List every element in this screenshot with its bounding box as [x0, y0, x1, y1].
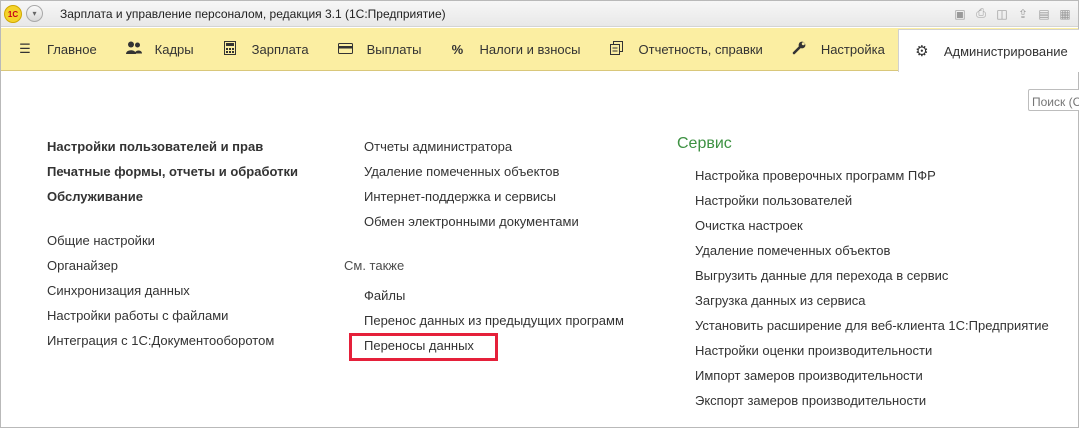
link-performance-settings[interactable]: Настройки оценки производительности	[695, 343, 932, 358]
link-install-web-extension[interactable]: Установить расширение для веб-клиента 1С…	[695, 318, 1049, 333]
section-label: Кадры	[154, 41, 194, 57]
link-pfr-check-programs[interactable]: Настройка проверочных программ ПФР	[695, 168, 936, 183]
section-settings[interactable]: Настройка	[776, 28, 898, 70]
more-icon[interactable]: ▦	[1056, 5, 1074, 22]
link-maintenance[interactable]: Обслуживание	[47, 189, 143, 204]
link-organizer[interactable]: Органайзер	[47, 258, 118, 273]
link-edi-exchange[interactable]: Обмен электронными документами	[364, 214, 579, 229]
link-files[interactable]: Файлы	[364, 288, 405, 303]
people-icon	[125, 41, 142, 57]
link-data-sync[interactable]: Синхронизация данных	[47, 283, 190, 298]
link-clear-settings[interactable]: Очистка настроек	[695, 218, 803, 233]
link-export-performance[interactable]: Экспорт замеров производительности	[695, 393, 926, 408]
section-payments[interactable]: Выплаты	[322, 28, 435, 70]
section-main[interactable]: ☰ Главное	[1, 28, 110, 70]
documents-icon	[610, 40, 624, 58]
main-menu-button[interactable]: ▾	[26, 5, 43, 22]
section-label: Администрирование	[943, 43, 1068, 59]
link-import-performance[interactable]: Импорт замеров производительности	[695, 368, 923, 383]
section-administration[interactable]: ⚙ Администрирование	[897, 29, 1079, 72]
link-import-from-service[interactable]: Загрузка данных из сервиса	[695, 293, 866, 308]
see-also-label: См. также	[344, 258, 405, 273]
preview-icon[interactable]: ◫	[993, 5, 1011, 22]
section-salary[interactable]: Зарплата	[207, 28, 322, 70]
1c-logo-icon: 1C	[4, 5, 22, 23]
link-export-for-service[interactable]: Выгрузить данные для перехода в сервис	[695, 268, 948, 283]
application-window: 1C ▾ Зарплата и управление персоналом, р…	[0, 0, 1079, 428]
save-icon[interactable]: ▣	[951, 5, 969, 22]
section-hr[interactable]: Кадры	[110, 28, 207, 70]
link-delete-marked[interactable]: Удаление помеченных объектов	[364, 164, 559, 179]
gear-icon: ⚙	[915, 43, 929, 60]
section-label: Выплаты	[366, 41, 422, 57]
link-delete-marked-objects[interactable]: Удаление помеченных объектов	[695, 243, 890, 258]
section-label: Налоги и взносы	[479, 41, 581, 57]
search-input[interactable]	[1028, 89, 1079, 111]
card-icon	[337, 42, 353, 57]
section-label: Главное	[47, 41, 97, 57]
link-docflow-integration[interactable]: Интеграция с 1С:Документооборотом	[47, 333, 274, 348]
section-reports[interactable]: Отчетность, справки	[594, 28, 776, 70]
link-transfer-from-previous[interactable]: Перенос данных из предыдущих программ	[364, 313, 624, 328]
link-user-rights-settings[interactable]: Настройки пользователей и прав	[47, 139, 263, 154]
highlight-annotation	[349, 333, 498, 361]
service-group-title: Сервис	[677, 135, 732, 152]
link-internet-support[interactable]: Интернет-поддержка и сервисы	[364, 189, 556, 204]
link-print-forms-reports[interactable]: Печатные формы, отчеты и обработки	[47, 164, 298, 179]
upload-icon[interactable]: ⇪	[1014, 5, 1032, 22]
title-bar-tools: ▣ ⎙ ◫ ⇪ ▤ ▦	[951, 5, 1074, 22]
section-taxes[interactable]: % Налоги и взносы	[434, 28, 593, 70]
section-label: Отчетность, справки	[638, 41, 763, 57]
section-label: Настройка	[820, 41, 885, 57]
link-admin-reports[interactable]: Отчеты администратора	[364, 139, 512, 154]
sections-panel: ☰ Главное Кадры Зарплата Выплаты % Налог…	[1, 28, 1079, 72]
wrench-icon	[792, 41, 806, 58]
percent-icon: %	[451, 41, 464, 57]
menu-icon: ☰	[19, 41, 31, 56]
link-file-settings[interactable]: Настройки работы с файлами	[47, 308, 228, 323]
print-icon[interactable]: ⎙	[972, 5, 990, 22]
attach-icon[interactable]: ▤	[1035, 5, 1053, 22]
window-title: Зарплата и управление персоналом, редакц…	[60, 7, 446, 21]
link-general-settings[interactable]: Общие настройки	[47, 233, 155, 248]
calculator-icon	[223, 40, 237, 58]
section-label: Зарплата	[251, 41, 309, 57]
link-user-settings[interactable]: Настройки пользователей	[695, 193, 852, 208]
title-bar: 1C ▾ Зарплата и управление персоналом, р…	[1, 1, 1078, 27]
